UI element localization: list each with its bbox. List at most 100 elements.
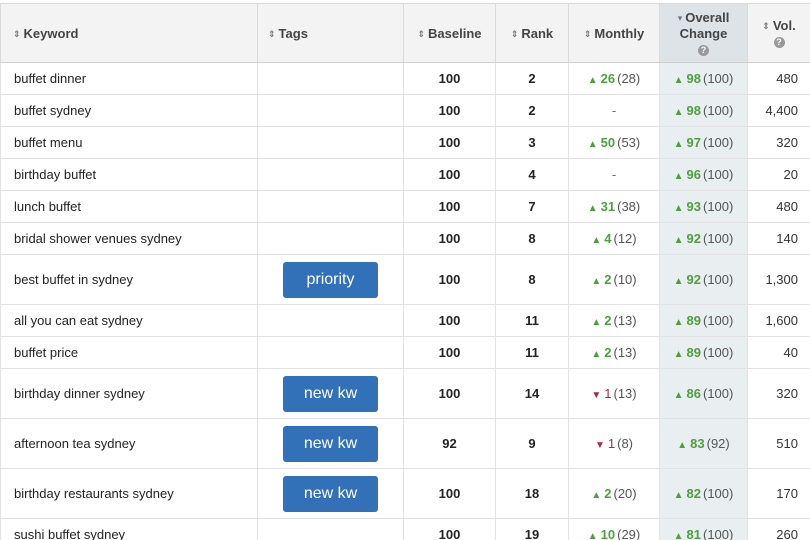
table-row[interactable]: birthday restaurants sydney new kw 100 18 ▲ 2… — [0, 468, 810, 519]
sort-arrows-icon: ⇕ — [13, 28, 21, 39]
tags-cell[interactable] — [257, 158, 404, 191]
monthly-change-value: 10 — [600, 527, 616, 540]
tags-cell[interactable]: new kw — [257, 418, 404, 469]
monthly-previous-value: (13) — [613, 345, 637, 360]
tags-cell[interactable] — [257, 518, 404, 540]
tags-cell[interactable] — [257, 336, 404, 369]
table-row[interactable]: buffet dinner 100 2 ▲ 26 (28) ▲ 98 (100) 480 — [0, 62, 810, 95]
tags-cell[interactable] — [257, 190, 404, 223]
baseline-cell: 100 — [403, 518, 496, 540]
monthly-previous-value: (13) — [613, 313, 637, 328]
volume-cell: 480 — [747, 190, 810, 223]
table-row[interactable]: lunch buffet 100 7 ▲ 31 (38) ▲ 93 (100) 480 — [0, 190, 810, 223]
monthly-change-value: - — [611, 103, 617, 118]
overall-change-value: 98 — [686, 103, 701, 118]
monthly-cell: ▲ 4 (12) — [568, 222, 660, 255]
column-header-label: Monthly — [594, 25, 645, 41]
monthly-cell: ▲ 10 (29) — [568, 518, 660, 540]
monthly-change-value: 1 — [607, 436, 616, 451]
monthly-cell: ▼ 1 (8) — [568, 418, 660, 469]
tags-cell[interactable]: priority — [257, 254, 404, 305]
overall-change-cell: ▲ 92 (100) — [659, 222, 748, 255]
overall-change-value: 83 — [690, 436, 705, 451]
keyword-table: ⇕ Keyword ⇕ Tags ⇕ Baseline ⇕ Rank ⇕ Monthly … — [0, 3, 810, 540]
table-row[interactable]: afternoon tea sydney new kw 92 9 ▼ 1 (8) ▲ 83 (92… — [0, 418, 810, 469]
monthly-cell: - — [568, 158, 660, 191]
arrow-up-icon: ▲ — [673, 203, 684, 214]
arrow-up-icon: ▲ — [677, 440, 688, 451]
help-circle-icon[interactable]: ? — [698, 45, 709, 56]
monthly-change-value: 2 — [604, 345, 612, 360]
rank-cell: 14 — [495, 368, 569, 419]
baseline-cell: 100 — [403, 94, 496, 127]
rank-cell: 8 — [495, 222, 569, 255]
column-header-monthly[interactable]: ⇕ Monthly — [568, 3, 660, 63]
arrow-up-icon: ▲ — [591, 490, 602, 501]
overall-previous-value: (100) — [703, 313, 734, 328]
tag-button[interactable]: new kw — [283, 425, 378, 462]
keyword-cell: birthday dinner sydney — [0, 368, 258, 419]
monthly-cell: ▲ 2 (10) — [568, 254, 660, 305]
table-row[interactable]: all you can eat sydney 100 11 ▲ 2 (13) ▲ 89 (100… — [0, 304, 810, 337]
monthly-change-value: 31 — [600, 199, 616, 214]
tag-button[interactable]: new kw — [283, 375, 378, 412]
overall-previous-value: (100) — [703, 386, 734, 401]
help-circle-icon[interactable]: ? — [773, 37, 785, 48]
tags-cell[interactable]: new kw — [257, 468, 404, 519]
table-row[interactable]: buffet sydney 100 2- ▲ 98 (100) 4,400 — [0, 94, 810, 127]
tag-button[interactable]: priority — [283, 261, 378, 298]
column-header-volume[interactable]: ⇕ Vol. ? — [747, 3, 810, 63]
keyword-cell: bridal shower venues sydney — [0, 222, 258, 255]
sort-arrows-icon: ⇕ — [417, 28, 426, 39]
arrow-up-icon: ▲ — [591, 235, 602, 246]
table-row[interactable]: birthday buffet 100 4- ▲ 96 (100) 20 — [0, 158, 810, 191]
overall-change-cell: ▲ 98 (100) — [659, 94, 748, 127]
column-header-overall-change[interactable]: ▾ Overall Change ? — [659, 3, 748, 63]
table-row[interactable]: best buffet in sydney priority 100 8 ▲ 2 (10) ▲… — [0, 254, 810, 305]
overall-change-cell: ▲ 92 (100) — [659, 254, 748, 305]
baseline-cell: 100 — [403, 336, 496, 369]
column-header-rank[interactable]: ⇕ Rank — [495, 3, 569, 63]
tag-button[interactable]: new kw — [283, 475, 378, 512]
overall-change-value: 82 — [686, 486, 701, 501]
volume-cell: 320 — [747, 368, 810, 419]
overall-change-value: 81 — [686, 527, 701, 540]
table-row[interactable]: bridal shower venues sydney 100 8 ▲ 4 (12) ▲ 92… — [0, 222, 810, 255]
table-row[interactable]: buffet price 100 11 ▲ 2 (13) ▲ 89 (100) 40 — [0, 336, 810, 369]
overall-change-value: 92 — [686, 231, 701, 246]
arrow-up-icon: ▲ — [673, 107, 684, 118]
tags-cell[interactable] — [257, 222, 404, 255]
monthly-change-value: 50 — [600, 135, 616, 150]
column-header-tags[interactable]: ⇕ Tags — [257, 3, 404, 63]
column-header-keyword[interactable]: ⇕ Keyword — [0, 3, 258, 63]
tags-cell[interactable] — [257, 126, 404, 159]
overall-change-cell: ▲ 93 (100) — [659, 190, 748, 223]
monthly-cell: ▲ 2 (20) — [568, 468, 660, 519]
overall-change-cell: ▲ 82 (100) — [659, 468, 748, 519]
table-row[interactable]: buffet menu 100 3 ▲ 50 (53) ▲ 97 (100) 320 — [0, 126, 810, 159]
arrow-up-icon: ▲ — [673, 139, 684, 150]
monthly-change-value: 2 — [604, 486, 612, 501]
volume-cell: 510 — [747, 418, 810, 469]
overall-change-cell: ▲ 83 (92) — [659, 418, 748, 469]
keyword-cell: best buffet in sydney — [0, 254, 258, 305]
table-row[interactable]: sushi buffet sydney 100 19 ▲ 10 (29) ▲ 81 (100) 2… — [0, 518, 810, 540]
monthly-change-value: - — [611, 167, 617, 182]
tags-cell[interactable]: new kw — [257, 368, 404, 419]
monthly-cell: ▲ 2 (13) — [568, 304, 660, 337]
monthly-cell: ▲ 31 (38) — [568, 190, 660, 223]
overall-change-cell: ▲ 96 (100) — [659, 158, 748, 191]
sort-arrows-icon: ⇕ — [583, 28, 592, 39]
column-header-baseline[interactable]: ⇕ Baseline — [403, 3, 496, 63]
monthly-change-value: 4 — [604, 231, 612, 246]
table-row[interactable]: birthday dinner sydney new kw 100 14 ▼ 1 (13) ▲… — [0, 368, 810, 419]
column-header-label: Tags — [278, 25, 308, 41]
overall-previous-value: (100) — [703, 345, 734, 360]
sort-arrows-icon: ⇕ — [268, 28, 276, 39]
tags-cell[interactable] — [257, 304, 404, 337]
overall-previous-value: (100) — [703, 199, 734, 214]
overall-previous-value: (100) — [703, 71, 734, 86]
tags-cell[interactable] — [257, 62, 404, 95]
tags-cell[interactable] — [257, 94, 404, 127]
overall-change-value: 86 — [686, 386, 701, 401]
